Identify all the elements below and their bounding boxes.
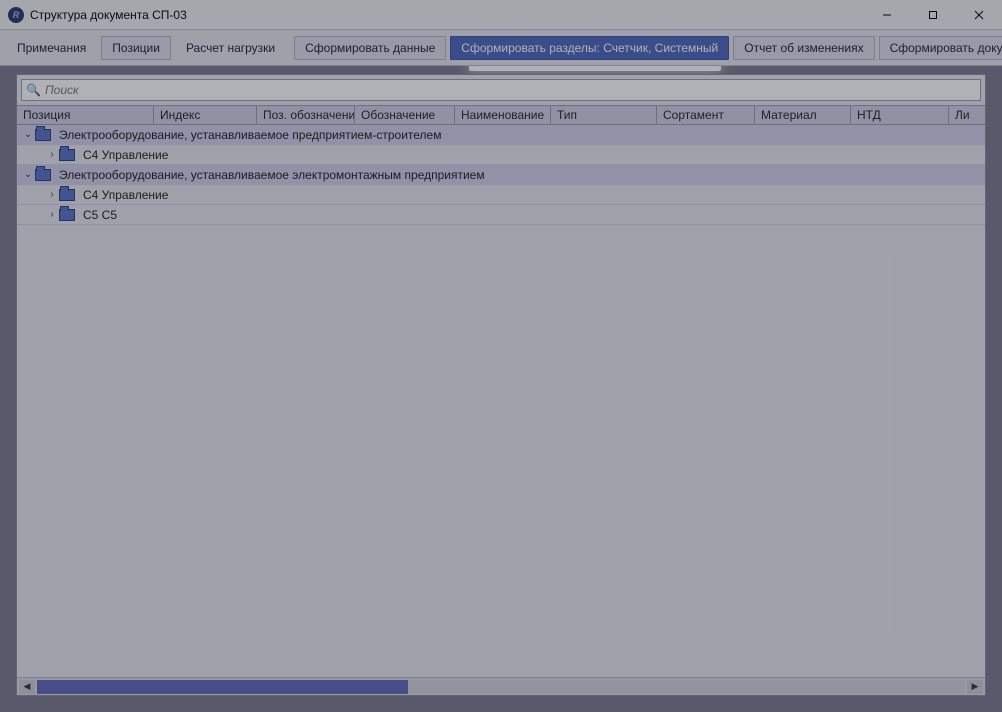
search-input[interactable] bbox=[45, 83, 976, 97]
tab-load-calc[interactable]: Расчет нагрузки bbox=[175, 36, 286, 60]
folder-icon bbox=[35, 169, 51, 181]
tab-positions[interactable]: Позиции bbox=[101, 36, 171, 60]
horizontal-scrollbar[interactable]: ◀ ▶ bbox=[17, 677, 985, 695]
titlebar: R Структура документа СП-03 bbox=[0, 0, 1002, 30]
search-bar[interactable]: 🔍 bbox=[21, 79, 981, 101]
folder-icon bbox=[35, 129, 51, 141]
col-type[interactable]: Тип bbox=[551, 106, 657, 124]
col-position[interactable]: Позиция bbox=[17, 106, 154, 124]
form-sections-button[interactable]: Сформировать разделы: Счетчик, Системный bbox=[450, 36, 729, 60]
tree-body: ⌄ Электрооборудование, устанавливаемое п… bbox=[17, 125, 985, 677]
tree-row-group[interactable]: ⌄ Электрооборудование, устанавливаемое э… bbox=[17, 165, 985, 185]
col-assortment[interactable]: Сортамент bbox=[657, 106, 755, 124]
scroll-thumb[interactable] bbox=[37, 680, 408, 694]
expand-caret-icon[interactable]: ⌄ bbox=[21, 169, 35, 180]
folder-icon bbox=[59, 149, 75, 161]
col-material[interactable]: Материал bbox=[755, 106, 851, 124]
expand-caret-icon[interactable]: › bbox=[45, 209, 59, 220]
row-label: C4 Управление bbox=[81, 148, 168, 162]
col-pos-designation[interactable]: Поз. обозначени bbox=[257, 106, 355, 124]
app-icon: R bbox=[8, 7, 24, 23]
table-header: Позиция Индекс Поз. обозначени Обозначен… bbox=[17, 105, 985, 125]
content-panel: 🔍 Позиция Индекс Поз. обозначени Обознач… bbox=[16, 74, 986, 696]
search-icon: 🔍 bbox=[26, 83, 41, 97]
row-label: C5 C5 bbox=[81, 208, 117, 222]
row-label: C4 Управление bbox=[81, 188, 168, 202]
folder-icon bbox=[59, 209, 75, 221]
folder-icon bbox=[59, 189, 75, 201]
col-ntd[interactable]: НТД bbox=[851, 106, 949, 124]
window-title: Структура документа СП-03 bbox=[30, 8, 187, 22]
maximize-button[interactable] bbox=[910, 0, 956, 30]
col-name[interactable]: Наименование bbox=[455, 106, 551, 124]
window-controls bbox=[864, 0, 1002, 30]
scroll-right-icon[interactable]: ▶ bbox=[967, 680, 983, 694]
tree-row-child[interactable]: › C4 Управление bbox=[17, 145, 985, 165]
tree-row-child[interactable]: › C4 Управление bbox=[17, 185, 985, 205]
col-designation[interactable]: Обозначение bbox=[355, 106, 455, 124]
tab-notes[interactable]: Примечания bbox=[6, 36, 97, 60]
change-report-button[interactable]: Отчет об изменениях bbox=[733, 36, 874, 60]
tree-row-child[interactable]: › C5 C5 bbox=[17, 205, 985, 225]
tree-row-group[interactable]: ⌄ Электрооборудование, устанавливаемое п… bbox=[17, 125, 985, 145]
toolbar: Примечания Позиции Расчет нагрузки Сформ… bbox=[0, 30, 1002, 66]
col-li[interactable]: Ли bbox=[949, 106, 985, 124]
expand-caret-icon[interactable]: ⌄ bbox=[21, 129, 35, 140]
form-data-button[interactable]: Сформировать данные bbox=[294, 36, 446, 60]
form-document-button[interactable]: Сформировать документ bbox=[879, 36, 1002, 60]
minimize-button[interactable] bbox=[864, 0, 910, 30]
row-label: Электрооборудование, устанавливаемое пре… bbox=[57, 128, 441, 142]
expand-caret-icon[interactable]: › bbox=[45, 149, 59, 160]
col-index[interactable]: Индекс bbox=[154, 106, 257, 124]
expand-caret-icon[interactable]: › bbox=[45, 189, 59, 200]
scroll-left-icon[interactable]: ◀ bbox=[19, 680, 35, 694]
close-button[interactable] bbox=[956, 0, 1002, 30]
scroll-track[interactable] bbox=[37, 680, 965, 694]
row-label: Электрооборудование, устанавливаемое эле… bbox=[57, 168, 485, 182]
